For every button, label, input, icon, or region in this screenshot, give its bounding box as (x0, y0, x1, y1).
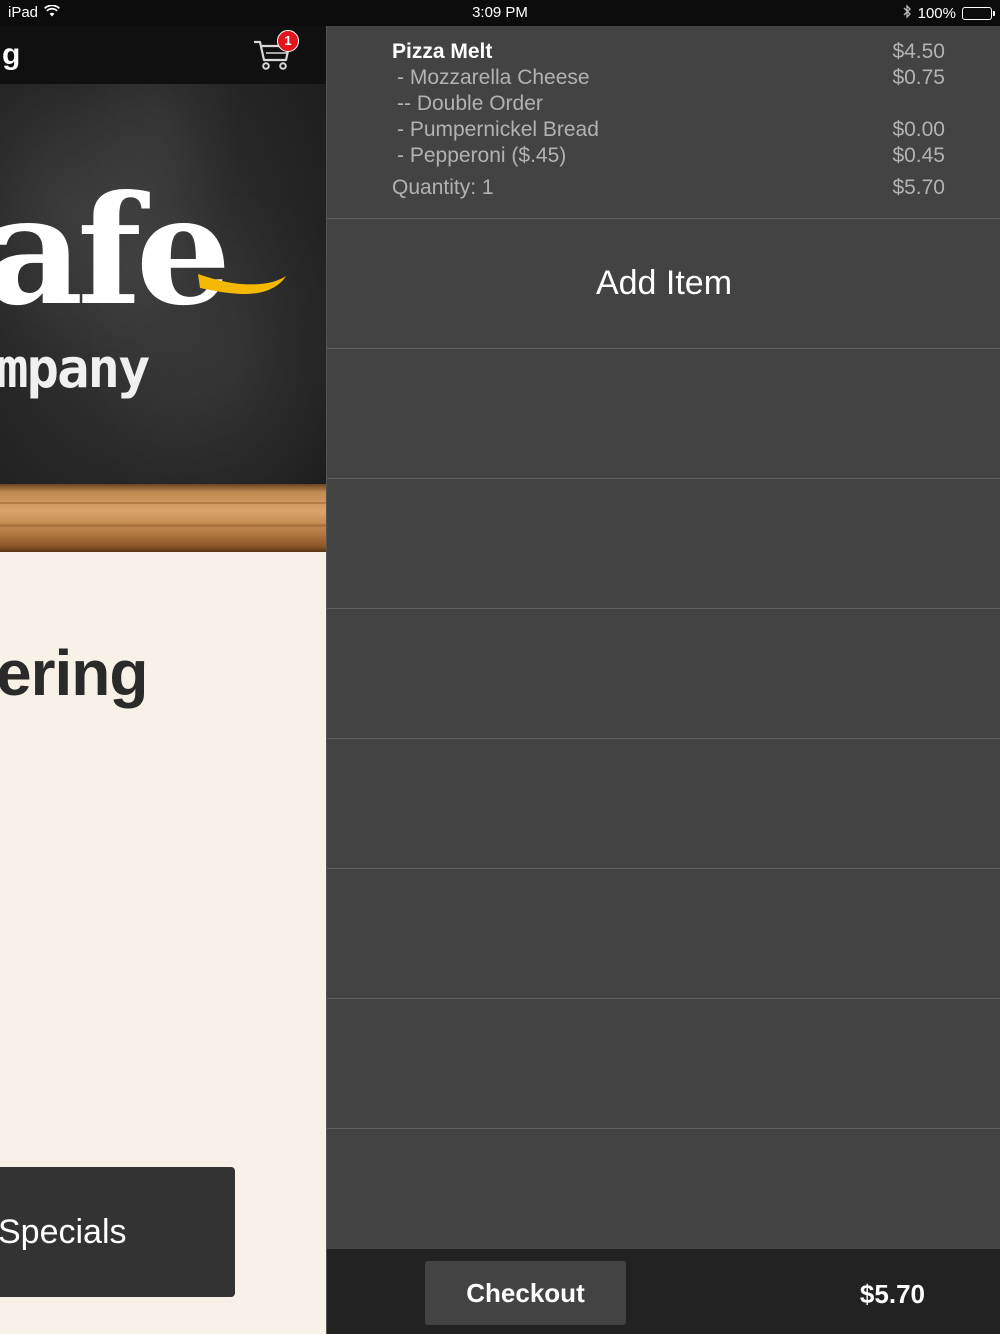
wood-shelf (0, 484, 326, 552)
empty-row (327, 999, 1000, 1129)
modifier-row: - Mozzarella Cheese $0.75 (327, 66, 1000, 92)
logo-swoosh-icon (198, 274, 286, 294)
specials-label: Specials (0, 1212, 127, 1251)
cart-badge: 1 (277, 30, 299, 52)
page-heading: ering (0, 637, 148, 709)
main-app-panel: g 1 afe mpany ering Specials (0, 26, 326, 1334)
nav-title: g (2, 38, 21, 71)
modifier-row: -- Double Order (327, 92, 1000, 118)
shopping-cart-icon (252, 40, 292, 76)
specials-button[interactable]: Specials (0, 1167, 235, 1297)
modifier-label: - Mozzarella Cheese (397, 66, 590, 89)
hero-banner: afe mpany (0, 84, 326, 552)
logo-text: afe (0, 163, 231, 339)
item-quantity: Quantity: 1 (392, 176, 494, 199)
empty-row (327, 739, 1000, 869)
empty-row (327, 869, 1000, 999)
item-line-total: $5.70 (892, 176, 945, 199)
modifier-label: - Pepperoni ($.45) (397, 144, 567, 167)
add-item-label: Add Item (595, 264, 733, 302)
cart-panel: Pizza Melt $4.50 - Mozzarella Cheese $0.… (326, 26, 1000, 1334)
cart-footer: Checkout $5.70 (327, 1249, 1000, 1334)
empty-row (327, 479, 1000, 609)
quantity-row: Quantity: 1 $5.70 (327, 176, 1000, 202)
modifier-label: -- Double Order (397, 92, 543, 115)
checkout-button[interactable]: Checkout (425, 1261, 626, 1325)
item-price: $4.50 (892, 40, 945, 63)
modifier-label: - Pumpernickel Bread (397, 118, 599, 141)
empty-row (327, 349, 1000, 479)
bluetooth-icon (902, 4, 912, 23)
cart-item[interactable]: Pizza Melt $4.50 - Mozzarella Cheese $0.… (327, 26, 1000, 219)
status-time: 3:09 PM (472, 4, 528, 21)
cart-button[interactable]: 1 (252, 30, 299, 76)
status-bar: iPad 3:09 PM 100% (0, 0, 1000, 26)
modifier-row: - Pepperoni ($.45) $0.45 (327, 144, 1000, 170)
battery-percent: 100% (917, 5, 956, 22)
modifier-price: $0.75 (892, 66, 945, 89)
item-name: Pizza Melt (392, 40, 493, 63)
modifier-price: $0.00 (892, 118, 945, 141)
cart-total: $5.70 (859, 1279, 925, 1309)
status-right: 100% (902, 4, 995, 23)
battery-icon (962, 7, 995, 20)
empty-row (327, 609, 1000, 739)
app-navbar: g 1 (0, 26, 326, 84)
modifier-row: - Pumpernickel Bread $0.00 (327, 118, 1000, 144)
modifier-price: $0.45 (892, 144, 945, 167)
add-item-button[interactable]: Add Item (327, 219, 1000, 349)
item-name-row: Pizza Melt $4.50 (327, 40, 1000, 66)
logo-subtext: mpany (0, 337, 151, 400)
